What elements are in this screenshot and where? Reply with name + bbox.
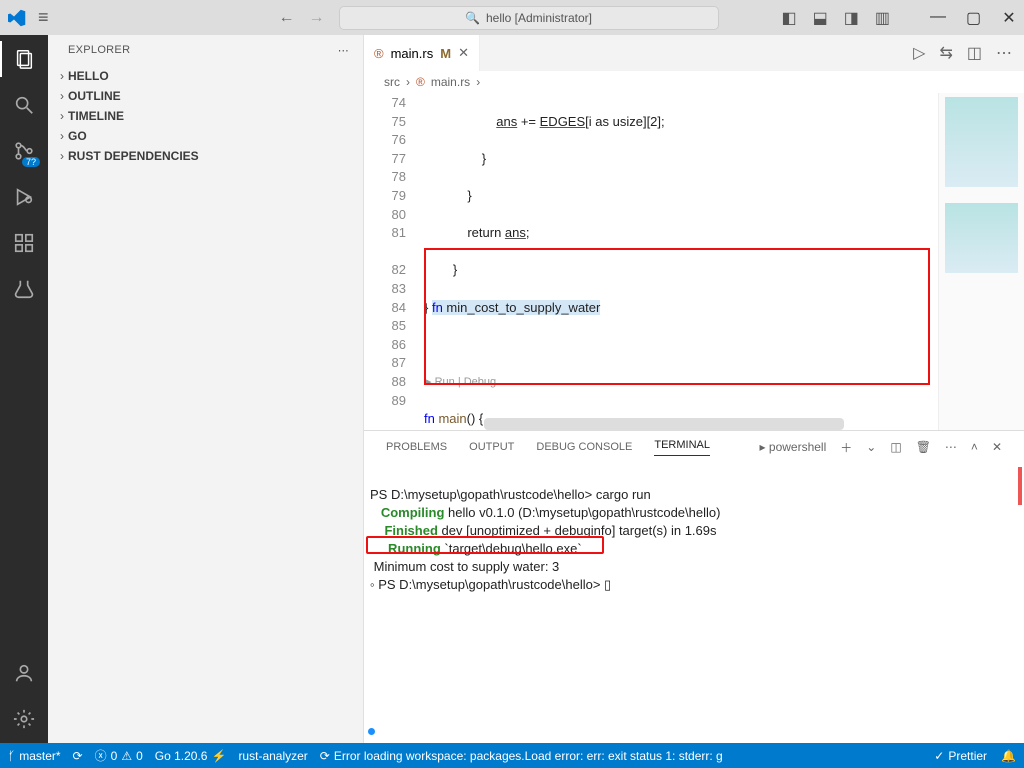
run-icon[interactable]: ▷ [913, 43, 925, 63]
explorer-view-icon[interactable] [0, 45, 48, 73]
explorer-more-icon[interactable]: ⋯ [338, 44, 349, 57]
layout-left-icon[interactable]: ◧ [782, 8, 797, 28]
panel-maximize-icon[interactable]: ˄ [971, 440, 978, 454]
section-go[interactable]: ›GO [48, 126, 363, 146]
close-button[interactable]: ✕ [1002, 8, 1016, 28]
terminal-dropdown-icon[interactable]: ⌄ [866, 440, 876, 454]
section-outline[interactable]: ›OUTLINE [48, 86, 363, 106]
source-control-icon[interactable]: 7? [0, 137, 48, 165]
status-go[interactable]: Go 1.20.6 ⚡ [155, 749, 227, 763]
search-icon: 🔍 [465, 11, 480, 25]
status-workspace-error[interactable]: ⟳ Error loading workspace: packages.Load… [320, 749, 723, 763]
status-branch[interactable]: ᚶ master* [8, 749, 61, 763]
breadcrumb[interactable]: src› ®main.rs› [364, 71, 1024, 93]
extensions-icon[interactable] [0, 229, 48, 257]
split-terminal-icon[interactable]: ◫ [890, 440, 901, 454]
status-notifications-icon[interactable]: 🔔 [1001, 749, 1016, 763]
status-bar: ᚶ master* ⟳ ⓧ 0 ⚠ 0 Go 1.20.6 ⚡ rust-ana… [0, 743, 1024, 768]
kill-terminal-icon[interactable]: 🗑 [916, 440, 931, 454]
bottom-panel: PROBLEMS OUTPUT DEBUG CONSOLE TERMINAL ▸… [364, 430, 1024, 743]
layout-bottom-icon[interactable]: ⬓ [813, 8, 828, 28]
maximize-button[interactable]: ▢ [966, 8, 980, 28]
horizontal-scrollbar[interactable] [484, 418, 844, 430]
panel-tabs: PROBLEMS OUTPUT DEBUG CONSOLE TERMINAL ▸… [364, 431, 1024, 463]
diff-icon[interactable]: ⇆ [939, 43, 952, 63]
explorer-title: EXPLORER [68, 44, 130, 57]
customize-layout-icon[interactable]: ▥ [875, 8, 890, 28]
tab-label: main.rs [391, 46, 434, 61]
codelens-run-debug[interactable]: ▸ Run | Debug [424, 373, 1024, 392]
minimize-button[interactable]: — [930, 8, 944, 28]
activity-bar: 7? [0, 35, 48, 743]
title-bar: ≡ ← → 🔍 hello [Administrator] ◧ ⬓ ◨ ▥ — … [0, 0, 1024, 35]
accounts-icon[interactable] [0, 659, 48, 687]
terminal-dirty-indicator [368, 728, 375, 735]
panel-close-icon[interactable]: ✕ [992, 440, 1002, 454]
tab-main-rs[interactable]: ® main.rs M ✕ [364, 35, 480, 71]
run-debug-icon[interactable] [0, 183, 48, 211]
terminal[interactable]: PS D:\mysetup\gopath\rustcode\hello> car… [364, 463, 1024, 743]
line-numbers: 74 75 76 77 78 79 80 81 82 83 84 85 86 8… [364, 93, 424, 430]
status-prettier[interactable]: ✓ Prettier [934, 749, 987, 763]
source-control-badge: 7? [22, 157, 40, 167]
search-view-icon[interactable] [0, 91, 48, 119]
editor-area: ® main.rs M ✕ ▷ ⇆ ◫ ⋯ src› ®main.rs› 74 … [364, 35, 1024, 430]
status-analyzer[interactable]: rust-analyzer [238, 749, 307, 763]
minimap[interactable] [938, 93, 1024, 430]
search-text: hello [Administrator] [486, 11, 592, 25]
status-problems[interactable]: ⓧ 0 ⚠ 0 [95, 747, 143, 764]
section-hello[interactable]: ›HELLO [48, 66, 363, 86]
editor-more-icon[interactable]: ⋯ [996, 43, 1012, 63]
nav-forward-icon[interactable]: → [309, 9, 325, 27]
terminal-shell-select[interactable]: ▸ powershell [760, 440, 827, 454]
terminal-scroll-indicator [1018, 467, 1022, 505]
code-editor[interactable]: 74 75 76 77 78 79 80 81 82 83 84 85 86 8… [364, 93, 1024, 430]
status-sync[interactable]: ⟳ [73, 749, 83, 763]
tab-terminal[interactable]: TERMINAL [654, 439, 710, 456]
section-rust-deps[interactable]: ›RUST DEPENDENCIES [48, 146, 363, 166]
menu-button[interactable]: ≡ [38, 7, 49, 28]
tab-debug-console[interactable]: DEBUG CONSOLE [536, 441, 632, 453]
explorer-sidebar: EXPLORER ⋯ ›HELLO ›OUTLINE ›TIMELINE ›GO… [48, 35, 364, 743]
settings-gear-icon[interactable] [0, 705, 48, 733]
code-content[interactable]: ans += EDGES[i as usize][2]; } } return … [424, 93, 1024, 430]
vscode-logo-icon [8, 9, 26, 27]
testing-icon[interactable] [0, 275, 48, 303]
tab-modified-indicator: M [440, 46, 451, 61]
tab-close-icon[interactable]: ✕ [458, 45, 469, 61]
panel-more-icon[interactable]: ⋯ [945, 440, 957, 454]
rust-file-icon: ® [374, 46, 384, 61]
editor-tabs: ® main.rs M ✕ ▷ ⇆ ◫ ⋯ [364, 35, 1024, 71]
command-center[interactable]: 🔍 hello [Administrator] [339, 6, 719, 30]
split-editor-icon[interactable]: ◫ [967, 43, 982, 63]
new-terminal-icon[interactable]: ＋ [840, 439, 852, 456]
nav-back-icon[interactable]: ← [279, 9, 295, 27]
tab-output[interactable]: OUTPUT [469, 441, 514, 453]
section-timeline[interactable]: ›TIMELINE [48, 106, 363, 126]
layout-right-icon[interactable]: ◨ [844, 8, 859, 28]
tab-problems[interactable]: PROBLEMS [386, 441, 447, 453]
